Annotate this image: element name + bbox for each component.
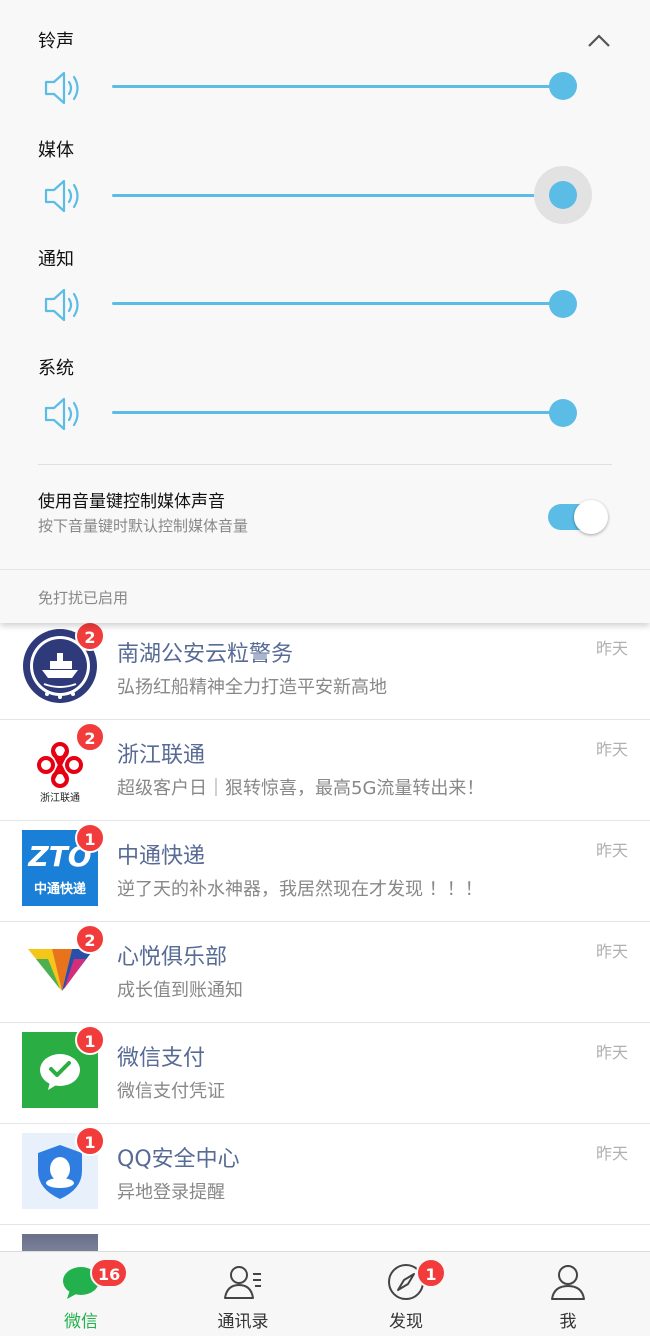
zto-logo-subtext: 中通快递 bbox=[33, 882, 86, 897]
chat-time: 昨天 bbox=[595, 740, 628, 759]
media-volume-slider[interactable] bbox=[112, 194, 564, 197]
chat-time: 昨天 bbox=[595, 942, 628, 961]
speaker-icon[interactable] bbox=[43, 396, 83, 432]
speaker-icon[interactable] bbox=[43, 287, 83, 323]
ringtone-volume-slider[interactable] bbox=[112, 85, 564, 88]
chat-time: 昨天 bbox=[595, 1144, 628, 1163]
chat-row[interactable]: 2 心悦俱乐部 成长值到账通知 昨天 bbox=[0, 922, 650, 1023]
system-volume-thumb[interactable] bbox=[549, 399, 577, 427]
dnd-status-bar[interactable]: 免打扰已启用 bbox=[0, 569, 650, 623]
system-volume-label: 系统 bbox=[38, 358, 74, 379]
ringtone-volume-label: 铃声 bbox=[38, 31, 74, 52]
tab-badge: 1 bbox=[416, 1258, 446, 1288]
chat-last-message: 微信支付凭证 bbox=[117, 1081, 225, 1102]
chat-name: 浙江联通 bbox=[117, 743, 206, 768]
tab-label: 微信 bbox=[64, 1312, 98, 1332]
contacts-icon bbox=[224, 1266, 261, 1299]
chat-last-message: 弘扬红船精神全力打造平安新高地 bbox=[117, 677, 387, 698]
chat-last-message: 成长值到账通知 bbox=[117, 980, 243, 1001]
tab-chats[interactable]: 16 微信 bbox=[0, 1252, 162, 1336]
panel-divider bbox=[38, 464, 612, 465]
tab-label: 通讯录 bbox=[217, 1312, 269, 1332]
chevron-up-icon bbox=[588, 34, 610, 47]
collapse-panel-button[interactable] bbox=[584, 28, 614, 54]
volume-panel: 铃声 媒体 通知 系统 使用音量键控制媒体声音 按下音量键时默认控制媒体音量 免… bbox=[0, 0, 650, 623]
tab-badge: 16 bbox=[90, 1258, 129, 1288]
chat-last-message: 逆了天的补水神器，我居然现在才发现 ！！！ bbox=[117, 879, 483, 900]
unread-badge: 1 bbox=[75, 1126, 105, 1156]
chat-time: 昨天 bbox=[595, 639, 628, 658]
tab-discover[interactable]: 1 发现 bbox=[325, 1252, 487, 1336]
notification-volume-slider[interactable] bbox=[112, 302, 564, 305]
notification-volume-thumb[interactable] bbox=[549, 290, 577, 318]
system-volume-slider[interactable] bbox=[112, 411, 564, 414]
chat-row[interactable]: 浙江联通 2 浙江联通 超级客户日｜狠转惊喜，最高5G流量转出来！ 昨天 bbox=[0, 720, 650, 821]
chat-last-message: 异地登录提醒 bbox=[117, 1182, 225, 1203]
partial-avatar bbox=[22, 1234, 98, 1251]
media-key-option-title: 使用音量键控制媒体声音 bbox=[38, 492, 225, 512]
person-icon bbox=[551, 1265, 585, 1300]
tab-contacts[interactable]: 通讯录 bbox=[162, 1252, 324, 1336]
dnd-status-text: 免打扰已启用 bbox=[38, 589, 129, 607]
unread-badge: 2 bbox=[75, 924, 105, 954]
unread-badge: 2 bbox=[75, 722, 105, 752]
chat-name: QQ安全中心 bbox=[117, 1147, 240, 1172]
chat-name: 中通快递 bbox=[117, 844, 206, 869]
notification-volume-label: 通知 bbox=[38, 249, 74, 270]
chat-row[interactable]: 2 南湖公安云粒警务 弘扬红船精神全力打造平安新高地 昨天 bbox=[0, 623, 650, 720]
media-volume-thumb[interactable] bbox=[549, 181, 577, 209]
chat-row-partial[interactable] bbox=[0, 1225, 650, 1251]
chat-row[interactable]: 1 微信支付 微信支付凭证 昨天 bbox=[0, 1023, 650, 1124]
speaker-icon[interactable] bbox=[43, 70, 83, 106]
tab-label: 发现 bbox=[389, 1312, 423, 1332]
media-key-option-subtitle: 按下音量键时默认控制媒体音量 bbox=[38, 517, 249, 535]
unicom-logo-text: 浙江联通 bbox=[40, 793, 80, 804]
speaker-icon[interactable] bbox=[43, 178, 83, 214]
bottom-tab-bar: 16 微信 通讯录 1 发现 我 bbox=[0, 1251, 650, 1336]
media-volume-label: 媒体 bbox=[38, 140, 74, 161]
chat-name: 微信支付 bbox=[117, 1046, 206, 1071]
chat-list: 2 南湖公安云粒警务 弘扬红船精神全力打造平安新高地 昨天 浙江联通 2 浙江联… bbox=[0, 623, 650, 1251]
chat-last-message: 超级客户日｜狠转惊喜，最高5G流量转出来！ bbox=[117, 778, 485, 799]
unread-badge: 2 bbox=[75, 623, 105, 651]
toggle-knob bbox=[574, 500, 608, 534]
chat-name: 南湖公安云粒警务 bbox=[117, 642, 294, 667]
tab-label: 我 bbox=[559, 1312, 577, 1332]
ringtone-volume-thumb[interactable] bbox=[549, 72, 577, 100]
chat-row[interactable]: 1 QQ安全中心 异地登录提醒 昨天 bbox=[0, 1124, 650, 1225]
media-key-toggle[interactable] bbox=[548, 500, 608, 534]
unread-badge: 1 bbox=[75, 823, 105, 853]
tab-me[interactable]: 我 bbox=[487, 1252, 649, 1336]
chat-time: 昨天 bbox=[595, 841, 628, 860]
unread-badge: 1 bbox=[75, 1025, 105, 1055]
chat-name: 心悦俱乐部 bbox=[117, 945, 228, 970]
chat-row[interactable]: ZTO 中通快递 1 中通快递 逆了天的补水神器，我居然现在才发现 ！！！ 昨天 bbox=[0, 821, 650, 922]
chat-time: 昨天 bbox=[595, 1043, 628, 1062]
